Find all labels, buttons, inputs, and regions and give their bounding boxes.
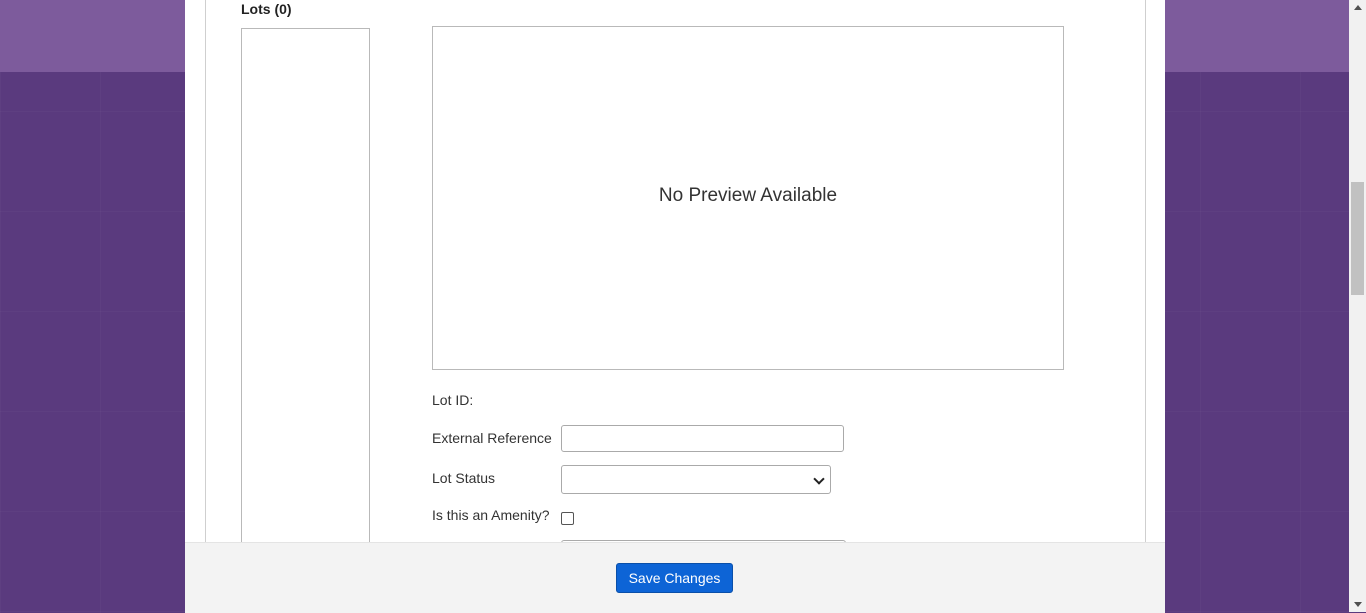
scrollbar-thumb[interactable] [1351, 182, 1364, 295]
lots-heading: Lots (0) [241, 1, 292, 17]
lot-status-select[interactable] [561, 465, 831, 494]
save-changes-button[interactable]: Save Changes [616, 563, 733, 593]
external-reference-input[interactable] [561, 425, 844, 452]
edit-lots-modal: Lots (0) No Preview Available Lot ID: Ex… [185, 0, 1165, 613]
amenity-checkbox[interactable] [561, 512, 574, 525]
amenity-label: Is this an Amenity? [432, 507, 550, 523]
lot-preview-panel: No Preview Available [432, 26, 1064, 370]
scroll-down-arrow-icon[interactable] [1354, 602, 1362, 607]
no-preview-message: No Preview Available [658, 185, 838, 206]
lot-id-label: Lot ID: [432, 392, 474, 408]
lots-list[interactable] [241, 28, 370, 550]
lot-status-label: Lot Status [432, 470, 496, 486]
scroll-up-arrow-icon[interactable] [1354, 5, 1362, 10]
chevron-down-icon [813, 473, 825, 485]
modal-footer: Save Changes [185, 542, 1165, 613]
external-reference-label: External Reference [432, 430, 552, 446]
page-scrollbar[interactable] [1349, 0, 1366, 612]
